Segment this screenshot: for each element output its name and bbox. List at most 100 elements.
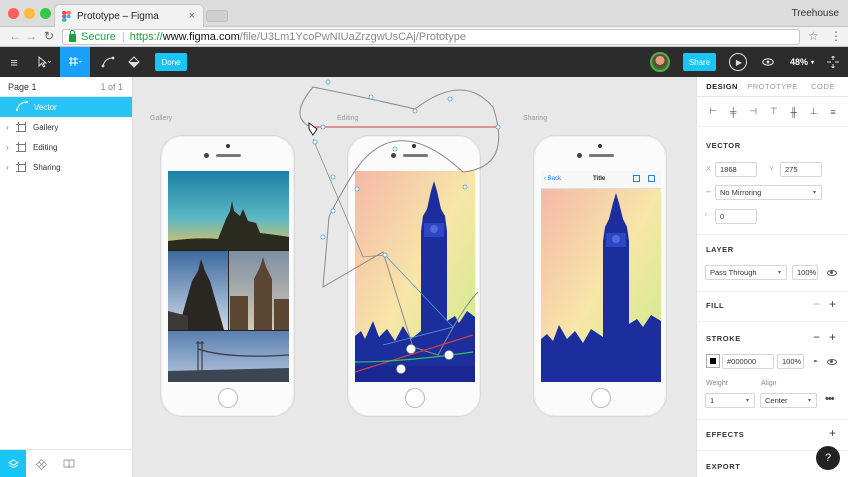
constraints-icon[interactable] bbox=[822, 47, 844, 77]
hamburger-menu-icon[interactable]: ≡ bbox=[0, 47, 28, 77]
share-button[interactable]: Share bbox=[683, 53, 716, 71]
vector-path-overlay[interactable] bbox=[133, 77, 696, 477]
align-bottom-icon[interactable]: ⊥ bbox=[810, 106, 818, 117]
chevron-right-icon[interactable]: › bbox=[6, 143, 14, 152]
frame-tool-icon[interactable] bbox=[60, 47, 90, 77]
browser-tab[interactable]: Prototype – Figma × bbox=[54, 4, 204, 27]
back-arrow-icon[interactable]: ← bbox=[9, 29, 21, 43]
stroke-opacity-input[interactable]: 100% bbox=[777, 354, 804, 369]
user-avatar[interactable] bbox=[650, 52, 670, 72]
stroke-visibility-eye-icon[interactable] bbox=[827, 359, 837, 365]
stroke-align-value: Center bbox=[765, 396, 788, 405]
browser-menu-icon[interactable]: ⋮ bbox=[830, 29, 842, 43]
browser-profile-name[interactable]: Treehouse bbox=[792, 8, 839, 19]
export-section-title: EXPORT bbox=[706, 462, 741, 471]
blend-mode-value: Pass Through bbox=[710, 268, 757, 277]
secure-label: Secure bbox=[81, 31, 116, 43]
forward-arrow-icon[interactable]: → bbox=[25, 29, 37, 43]
layer-item-sharing[interactable]: › Sharing bbox=[0, 157, 132, 177]
effects-section-title: EFFECTS bbox=[706, 430, 745, 439]
chevron-right-icon[interactable]: › bbox=[6, 163, 14, 172]
layer-opacity-value: 100% bbox=[797, 268, 817, 277]
window-close-button[interactable] bbox=[8, 8, 19, 19]
vector-section-title: VECTOR bbox=[706, 141, 741, 150]
blend-drop-icon[interactable]: ◓ bbox=[813, 357, 818, 366]
layer-label: Editing bbox=[33, 142, 58, 152]
stroke-weight-select[interactable]: 1 ▾ bbox=[705, 393, 755, 408]
move-tool-icon[interactable] bbox=[30, 47, 58, 77]
tab-prototype[interactable]: PROTOTYPE bbox=[747, 82, 798, 91]
x-label: X bbox=[706, 166, 711, 173]
fill-remove-icon[interactable]: − bbox=[813, 297, 820, 311]
y-position-input[interactable]: 275 bbox=[780, 162, 822, 177]
x-position-input[interactable]: 1868 bbox=[715, 162, 757, 177]
new-tab-button[interactable] bbox=[206, 10, 228, 22]
url-host: www.figma.com bbox=[162, 31, 240, 43]
frame-icon bbox=[16, 122, 26, 132]
url-input[interactable]: Secure | https:// www.figma.com /file/U3… bbox=[62, 29, 800, 45]
chevron-down-icon: ▾ bbox=[811, 59, 815, 66]
section-divider bbox=[697, 234, 848, 235]
blend-mode-select[interactable]: Pass Through ▾ bbox=[705, 265, 787, 280]
page-selector[interactable]: Page 1 1 of 1 bbox=[0, 77, 132, 97]
stroke-align-select[interactable]: Center ▾ bbox=[760, 393, 817, 408]
zoom-level-dropdown[interactable]: 48% ▾ bbox=[790, 47, 814, 77]
align-vertical-center-icon[interactable]: ╫ bbox=[791, 107, 797, 117]
layer-section-title: LAYER bbox=[706, 245, 734, 254]
tab-code[interactable]: CODE bbox=[798, 82, 848, 91]
stroke-remove-icon[interactable]: − bbox=[813, 330, 820, 344]
frame-icon bbox=[16, 142, 26, 152]
fill-section-title: FILL bbox=[706, 301, 725, 310]
frame-icon bbox=[16, 162, 26, 172]
align-horizontal-center-icon[interactable]: ╪ bbox=[730, 107, 736, 117]
weight-label: Weight bbox=[706, 380, 728, 387]
done-button[interactable]: Done bbox=[155, 53, 187, 71]
align-label: Align bbox=[761, 380, 777, 387]
design-canvas[interactable]: Gallery Editing Sharing ‹ Back Title bbox=[133, 77, 696, 477]
chevron-right-icon[interactable]: › bbox=[6, 123, 14, 132]
tab-close-icon[interactable]: × bbox=[189, 10, 195, 22]
fill-add-icon[interactable]: + bbox=[829, 297, 836, 311]
layer-item-vector[interactable]: Vector bbox=[0, 97, 132, 117]
help-button[interactable]: ? bbox=[816, 446, 840, 470]
paint-bucket-icon[interactable] bbox=[122, 47, 146, 77]
distribute-icon[interactable]: ≡ bbox=[830, 107, 835, 117]
more-options-icon[interactable]: ••• bbox=[825, 393, 835, 405]
layer-label: Sharing bbox=[33, 162, 61, 172]
layers-tab-icon[interactable] bbox=[0, 450, 26, 477]
layer-label: Gallery bbox=[33, 122, 59, 132]
window-zoom-button[interactable] bbox=[40, 8, 51, 19]
browser-tab-bar: Prototype – Figma × Treehouse bbox=[0, 0, 848, 27]
view-eye-icon[interactable] bbox=[758, 47, 778, 77]
components-tab-icon[interactable] bbox=[28, 450, 54, 477]
stroke-color-input[interactable]: #000000 bbox=[722, 354, 774, 369]
mirroring-value: No Mirroring bbox=[720, 188, 762, 197]
align-top-icon[interactable]: ⊤ bbox=[770, 106, 778, 117]
align-left-icon[interactable]: ⊢ bbox=[709, 106, 717, 117]
url-protocol: https:// bbox=[129, 31, 163, 43]
tab-design[interactable]: DESIGN bbox=[697, 82, 747, 91]
stroke-color-swatch[interactable] bbox=[706, 354, 720, 368]
corner-radius-icon: ◜ bbox=[705, 213, 708, 220]
reload-icon[interactable]: ↻ bbox=[44, 29, 54, 43]
mirroring-select[interactable]: No Mirroring ▾ bbox=[715, 185, 822, 200]
corner-radius-input[interactable]: 0 bbox=[715, 209, 757, 224]
layer-visibility-eye-icon[interactable] bbox=[827, 270, 837, 276]
chevron-down-icon: ▾ bbox=[807, 398, 811, 404]
window-minimize-button[interactable] bbox=[24, 8, 35, 19]
pen-tool-icon[interactable] bbox=[94, 47, 122, 77]
stroke-weight-value: 1 bbox=[710, 396, 715, 405]
layer-item-editing[interactable]: › Editing bbox=[0, 137, 132, 157]
properties-panel: DESIGN PROTOTYPE CODE ⊢ ╪ ⊣ ⊤ ╫ ⊥ ≡ VECT… bbox=[696, 77, 848, 477]
layer-opacity-input[interactable]: 100% bbox=[792, 265, 818, 280]
bookmark-star-icon[interactable]: ☆ bbox=[808, 29, 819, 43]
left-panel-footer bbox=[0, 449, 133, 477]
section-divider bbox=[697, 419, 848, 420]
effects-add-icon[interactable]: + bbox=[829, 426, 836, 440]
present-play-icon[interactable]: ▶ bbox=[729, 53, 747, 71]
library-book-icon[interactable] bbox=[56, 450, 82, 477]
align-right-icon[interactable]: ⊣ bbox=[749, 106, 757, 117]
chevron-down-icon: ▾ bbox=[812, 190, 816, 196]
stroke-add-icon[interactable]: + bbox=[829, 330, 836, 344]
layer-item-gallery[interactable]: › Gallery bbox=[0, 117, 132, 137]
